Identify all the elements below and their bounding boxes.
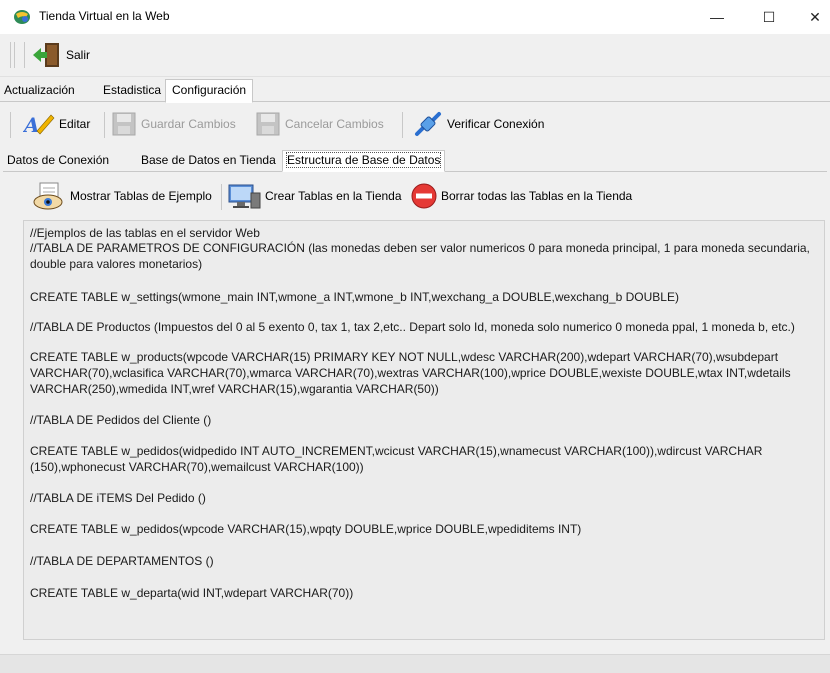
edit-icon: A	[23, 113, 55, 137]
app-globe-icon	[14, 10, 30, 24]
show-example-tables-button[interactable]: Mostrar Tablas de Ejemplo	[32, 182, 212, 210]
code-line: //TABLA DE Productos (Impuestos del 0 al…	[30, 320, 795, 334]
cancel-changes-button[interactable]: Cancelar Cambios	[255, 110, 384, 138]
toolbar-divider	[104, 112, 105, 138]
code-line: (150),wphonecust VARCHAR(70),wemailcust …	[30, 460, 364, 474]
config-toolbar: A Editar Guardar Cambios Cancelar Cambio…	[3, 104, 827, 144]
tab-datos-conexion[interactable]: Datos de Conexión	[7, 153, 109, 167]
minimize-button[interactable]: —	[694, 0, 740, 34]
create-tables-label: Crear Tablas en la Tienda	[265, 189, 402, 203]
save-changes-button[interactable]: Guardar Cambios	[111, 110, 236, 138]
main-toolbar: Salir	[0, 34, 830, 77]
window-title: Tienda Virtual en la Web	[39, 9, 170, 23]
delete-stop-icon	[411, 183, 437, 209]
tab-estadistica[interactable]: Estadistica	[100, 83, 164, 97]
cancel-disk-icon	[256, 112, 280, 136]
tables-toolbar: Mostrar Tablas de Ejemplo Crear Tablas e…	[24, 178, 824, 214]
code-line: //TABLA DE PARAMETROS DE CONFIGURACIÓN (…	[30, 241, 810, 255]
code-line: //TABLA DE Pedidos del Cliente ()	[30, 413, 212, 427]
toolbar-grip	[10, 42, 11, 68]
code-line: CREATE TABLE w_pedidos(wpcode VARCHAR(15…	[30, 522, 582, 536]
sql-text-area[interactable]: //Ejemplos de las tablas en el servidor …	[23, 220, 825, 640]
exit-button[interactable]: Salir	[31, 41, 90, 69]
status-bar	[0, 654, 830, 673]
save-disk-icon	[112, 112, 136, 136]
view-document-icon	[33, 182, 63, 210]
code-line: CREATE TABLE w_products(wpcode VARCHAR(1…	[30, 350, 779, 364]
verify-connection-button[interactable]: Verificar Conexión	[413, 110, 544, 138]
connection-plug-icon	[415, 112, 441, 136]
main-tab-strip: Actualización Estadistica Configuración	[0, 79, 830, 103]
code-line: //Ejemplos de las tablas en el servidor …	[30, 226, 260, 240]
edit-label: Editar	[59, 117, 91, 131]
code-line: CREATE TABLE w_settings(wmone_main INT,w…	[30, 290, 679, 304]
tab-base-datos-tienda[interactable]: Base de Datos en Tienda	[141, 153, 276, 167]
create-tables-button[interactable]: Crear Tablas en la Tienda	[227, 182, 402, 210]
title-bar: Tienda Virtual en la Web — ☐ ✕	[0, 0, 830, 34]
code-line: CREATE TABLE w_departa(wid INT,wdepart V…	[30, 586, 354, 600]
tab-estructura-base-datos[interactable]: Estructura de Base de Datos	[282, 150, 446, 172]
toolbar-divider	[24, 42, 25, 68]
toolbar-divider	[221, 184, 222, 210]
sub-tab-strip: Datos de Conexión Base de Datos en Tiend…	[3, 150, 827, 172]
toolbar-grip	[14, 42, 15, 68]
edit-button[interactable]: A Editar	[23, 110, 90, 138]
code-line: //TABLA DE DEPARTAMENTOS ()	[30, 554, 214, 568]
code-line: //TABLA DE iTEMS Del Pedido ()	[30, 491, 206, 505]
verify-connection-label: Verificar Conexión	[447, 117, 545, 131]
app-window: Tienda Virtual en la Web — ☐ ✕ Salir Act…	[0, 0, 830, 673]
tab-actualizacion[interactable]: Actualización	[1, 83, 78, 97]
tab-estructura-label: Estructura de Base de Datos	[285, 152, 442, 168]
delete-all-tables-label: Borrar todas las Tablas en la Tienda	[441, 189, 633, 203]
code-line: VARCHAR(70),wclasifica VARCHAR(70),wmarc…	[30, 366, 791, 380]
toolbar-divider	[402, 112, 403, 138]
show-example-tables-label: Mostrar Tablas de Ejemplo	[70, 189, 212, 203]
close-button[interactable]: ✕	[792, 0, 830, 34]
exit-label: Salir	[66, 48, 91, 62]
toolbar-grip	[10, 112, 11, 138]
computer-monitor-icon	[228, 184, 261, 209]
tab-configuracion[interactable]: Configuración	[165, 79, 254, 103]
save-changes-label: Guardar Cambios	[141, 117, 236, 131]
svg-text:A: A	[23, 113, 40, 137]
code-line: VARCHAR(250),wmedida INT,wref VARCHAR(15…	[30, 382, 439, 396]
delete-all-tables-button[interactable]: Borrar todas las Tablas en la Tienda	[411, 182, 632, 210]
exit-door-icon	[33, 43, 59, 67]
code-line: double para valores monetarios)	[30, 257, 203, 271]
maximize-button[interactable]: ☐	[746, 0, 792, 34]
cancel-changes-label: Cancelar Cambios	[285, 117, 384, 131]
code-line: CREATE TABLE w_pedidos(widpedido INT AUT…	[30, 444, 763, 458]
